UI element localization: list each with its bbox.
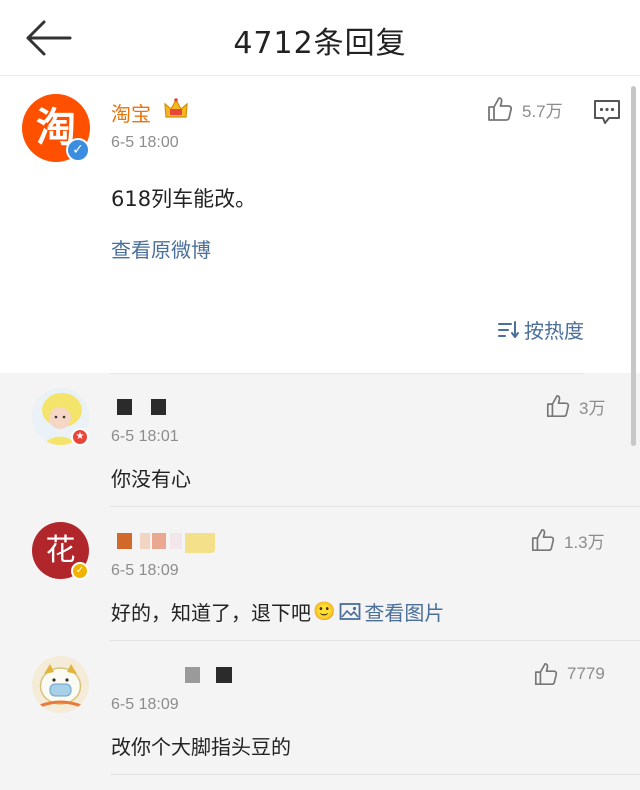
username-masked[interactable] (151, 399, 166, 415)
reply-list: ★ 6-5 18:01 3万 你没有心 花 ✓ 6-5 18:09 1.3万 好… (0, 373, 640, 790)
thumbs-up-icon (531, 528, 555, 552)
reply-content: 改你个大脚指头豆的 (111, 735, 291, 759)
post-time: 6-5 18:00 (111, 134, 179, 151)
view-original-link[interactable]: 查看原微博 (111, 234, 211, 263)
sort-toggle[interactable]: 按热度 (498, 315, 584, 344)
verified-gold-icon: ✓ (71, 562, 89, 580)
post-content: 618列车能改。 (111, 187, 257, 211)
comment-icon[interactable] (593, 99, 621, 125)
username-masked[interactable] (185, 667, 200, 683)
divider (110, 774, 640, 775)
view-image-label: 查看图片 (364, 601, 445, 625)
sort-icon (498, 320, 519, 338)
username-masked[interactable] (170, 533, 182, 549)
like-button[interactable]: 3万 (545, 393, 605, 419)
like-button[interactable]: 7779 (533, 661, 605, 687)
username-masked[interactable] (140, 533, 150, 549)
avatar[interactable] (32, 656, 89, 713)
view-image-link[interactable]: 查看图片 (339, 597, 444, 626)
list-item[interactable]: ★ 6-5 18:01 3万 你没有心 (0, 373, 640, 507)
crown-icon (164, 98, 188, 118)
list-item[interactable]: 花 ✓ 6-5 18:09 1.3万 好的，知道了，退下吧 🙂 查看图片 (0, 507, 640, 641)
thumbs-up-icon (488, 97, 513, 121)
like-count: 7779 (567, 664, 605, 683)
sort-label: 按热度 (524, 319, 584, 343)
main-post: 淘 ✓ 淘宝 6-5 18:00 5.7万 618列车能改。 查看原微博 按热度 (0, 77, 640, 373)
reply-content: 你没有心 (111, 467, 191, 491)
thumbs-up-icon (534, 662, 558, 686)
avatar-image (32, 656, 89, 713)
reply-content: 好的，知道了，退下吧 (111, 601, 311, 625)
username-masked[interactable] (152, 533, 166, 549)
top-bar: 4712条回复 (0, 0, 640, 76)
list-item[interactable]: 6-5 18:09 7779 改你个大脚指头豆的 (0, 641, 640, 775)
page-title: 4712条回复 (233, 26, 407, 61)
like-count: 1.3万 (564, 532, 605, 552)
username[interactable]: 淘宝 (111, 98, 151, 127)
verified-blue-icon: ✓ (66, 138, 90, 162)
image-icon (340, 602, 361, 620)
reply-content-row: 好的，知道了，退下吧 🙂 查看图片 (111, 597, 444, 626)
thumbs-up-icon (546, 394, 570, 418)
username-masked[interactable] (117, 533, 132, 549)
emoji-smile-icon: 🙂 (313, 601, 336, 622)
verified-red-icon: ★ (71, 428, 89, 446)
like-button[interactable]: 1.3万 (530, 527, 605, 553)
like-count: 5.7万 (522, 101, 563, 121)
username-masked[interactable] (185, 533, 215, 553)
like-button[interactable]: 5.7万 (486, 95, 563, 123)
reply-time: 6-5 18:01 (111, 428, 179, 445)
reply-time: 6-5 18:09 (111, 696, 179, 713)
username-masked[interactable] (117, 399, 132, 415)
reply-time: 6-5 18:09 (111, 562, 179, 579)
like-count: 3万 (579, 398, 606, 418)
username-masked[interactable] (216, 667, 232, 683)
scrollbar[interactable] (631, 86, 636, 446)
